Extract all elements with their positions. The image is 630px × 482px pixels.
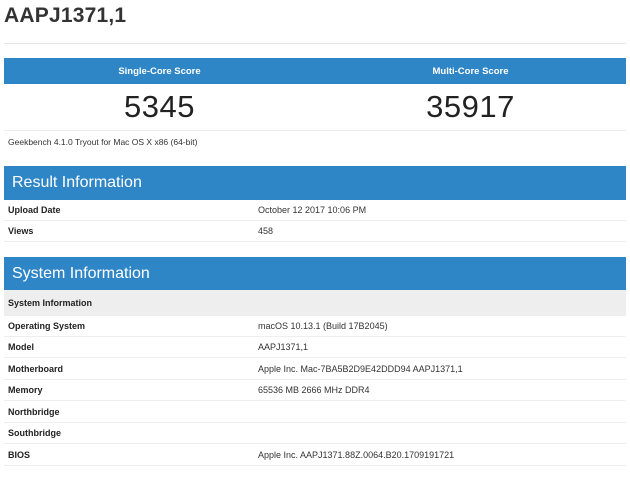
table-row: Southbridge <box>4 423 626 444</box>
row-value: 65536 MB 2666 MHz DDR4 <box>258 385 370 395</box>
multi-core-score-label: Multi-Core Score <box>432 65 509 77</box>
row-value: Apple Inc. Mac-7BA5B2D9E42DDD94 AAPJ1371… <box>258 364 463 374</box>
score-panel: Single-Core Score Multi-Core Score 5345 … <box>4 58 626 131</box>
row-value: October 12 2017 10:06 PM <box>258 205 367 215</box>
system-information-header: System Information <box>4 257 626 291</box>
row-label: BIOS <box>8 450 31 460</box>
multi-core-score-value: 35917 <box>426 89 515 124</box>
score-header-bar: Single-Core Score Multi-Core Score <box>4 58 626 84</box>
score-values-row: 5345 35917 <box>4 84 626 131</box>
row-value: Apple Inc. AAPJ1371.88Z.0064.B20.1709191… <box>258 450 455 460</box>
single-core-score-label: Single-Core Score <box>118 65 201 77</box>
row-value: 458 <box>258 226 274 236</box>
result-information-header: Result Information <box>4 166 626 200</box>
row-label: Model <box>8 342 34 352</box>
row-value: AAPJ1371,1 <box>258 342 309 352</box>
row-label: Motherboard <box>8 364 63 374</box>
table-row: Model AAPJ1371,1 <box>4 337 626 358</box>
table-row: Memory 65536 MB 2666 MHz DDR4 <box>4 380 626 401</box>
row-label: Northbridge <box>8 407 60 417</box>
table-row: Northbridge <box>4 402 626 423</box>
table-row: Operating System macOS 10.13.1 (Build 17… <box>4 316 626 337</box>
page-title: AAPJ1371,1 <box>4 4 127 27</box>
table-row: Views 458 <box>4 221 626 242</box>
single-core-score-value: 5345 <box>124 89 195 124</box>
title-divider <box>4 43 626 44</box>
row-value: macOS 10.13.1 (Build 17B2045) <box>258 321 388 331</box>
table-row: Upload Date October 12 2017 10:06 PM <box>4 200 626 221</box>
benchmark-version-text: Geekbench 4.1.0 Tryout for Mac OS X x86 … <box>8 137 198 147</box>
row-label: Southbridge <box>8 428 61 438</box>
row-label: Operating System <box>8 321 86 331</box>
row-label: Memory <box>8 385 43 395</box>
table-row: BIOS Apple Inc. AAPJ1371.88Z.0064.B20.17… <box>4 445 626 466</box>
system-information-subheader: System Information <box>4 290 626 316</box>
table-row: Motherboard Apple Inc. Mac-7BA5B2D9E42DD… <box>4 359 626 380</box>
row-label: Upload Date <box>8 205 61 215</box>
row-label: Views <box>8 226 34 236</box>
